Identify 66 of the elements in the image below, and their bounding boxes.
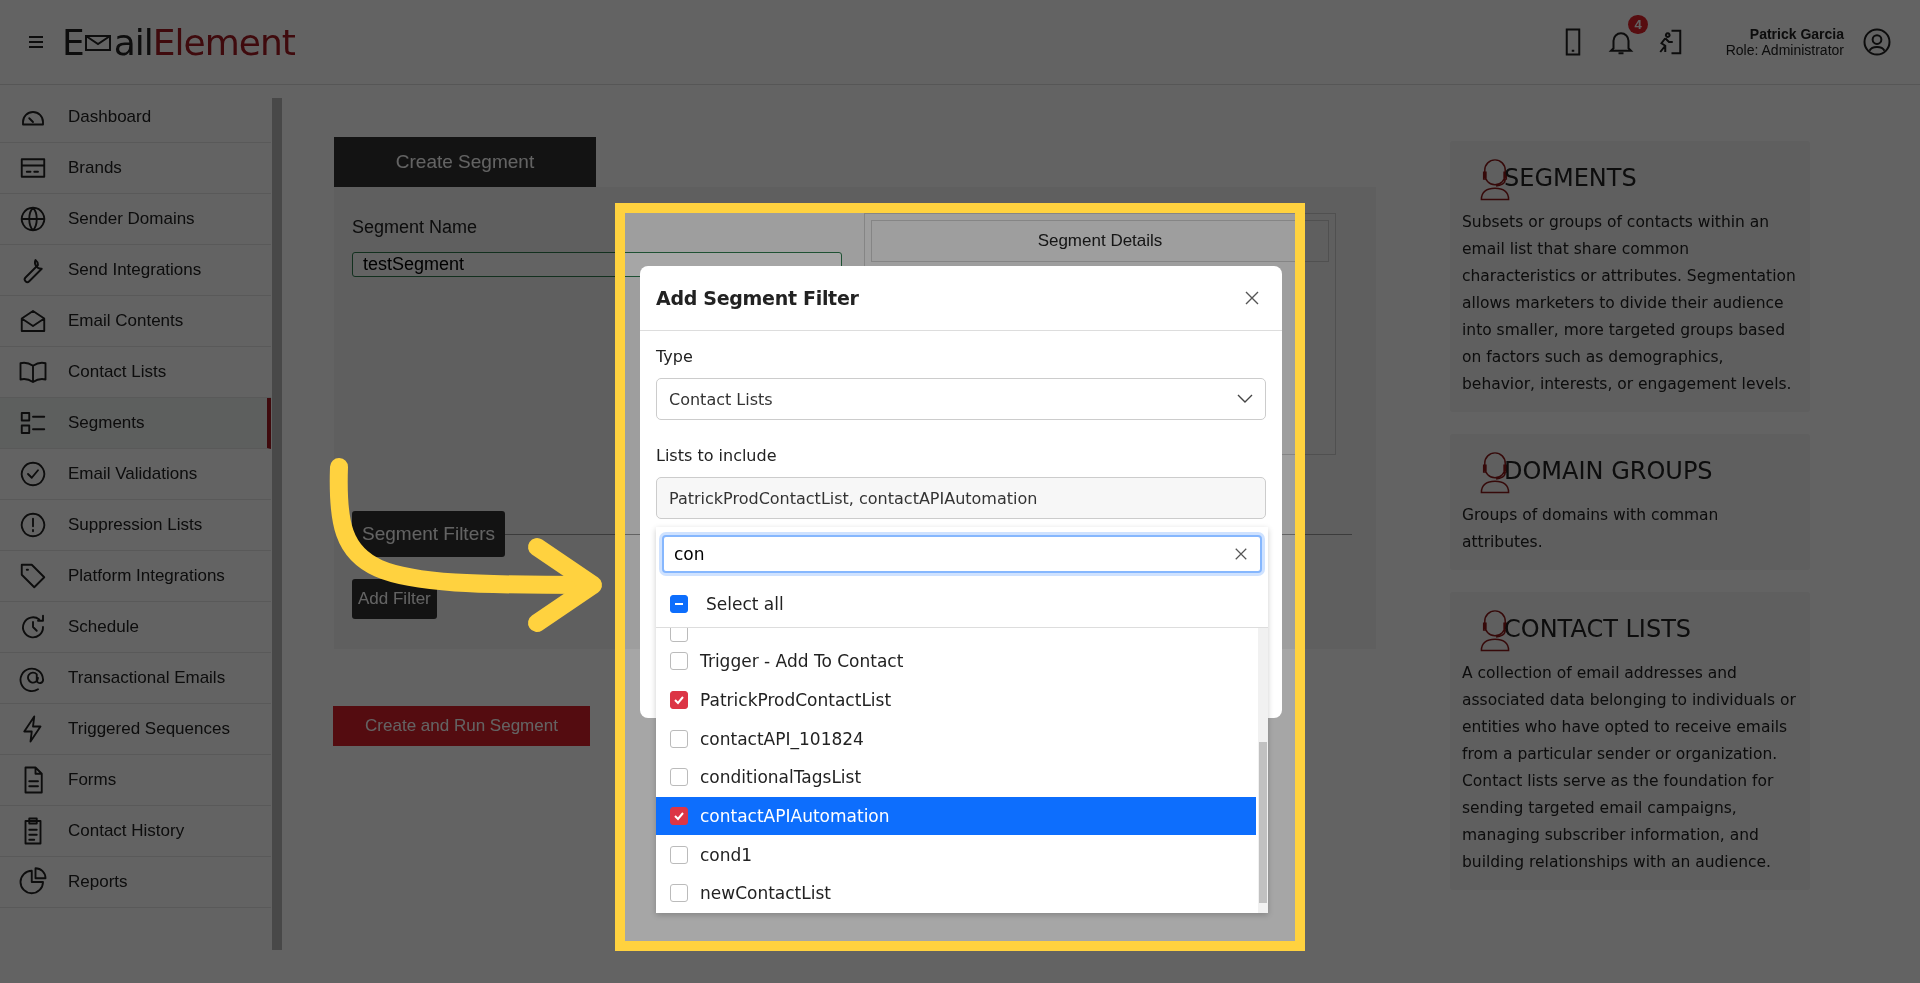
sidebar-item[interactable]: Transactional Emails [0,653,271,704]
sidebar-item[interactable]: Suppression Lists [0,500,271,551]
user-avatar-icon[interactable] [1862,27,1892,57]
card-title: SEGMENTS [1504,164,1637,192]
select-all-option[interactable]: Select all [656,581,1268,628]
list-option[interactable]: newContactList [656,874,1256,913]
menu-item-icon [18,204,48,234]
checkbox[interactable] [670,729,688,748]
field-label: Type [656,347,694,366]
sidebar-item[interactable]: Sender Domains [0,194,271,245]
checkbox[interactable] [670,628,688,642]
sidebar-item[interactable]: Reports [0,857,271,908]
chevron-icon [1237,394,1253,404]
checkbox[interactable] [670,845,688,864]
details-title: Segment Details [871,220,1329,262]
checkbox[interactable] [670,807,688,826]
list-option[interactable]: conditionalTagsList [656,758,1256,797]
menu-item-icon [18,867,48,897]
clear-icon[interactable] [1234,547,1248,561]
create-segment-tab[interactable]: Create Segment [334,137,596,187]
card-title: CONTACT LISTS [1504,615,1692,643]
card-text: Subsets or groups of contacts within an email list that share common characteristics or attributes. Segmentation allows marketers to divide their audience into smaller, more targeted groups based on factors such as demographics, behavior, interests, or engagement levels. [1462,212,1797,395]
dialog-title: Add Segment Filter [656,287,859,309]
close-icon[interactable] [1244,290,1260,306]
checkbox[interactable] [670,691,688,710]
lists-select[interactable]: PatrickProdContactList, contactAPIAutomation [656,477,1266,519]
menu-item-icon [18,510,48,540]
type-select[interactable]: Contact Lists [656,378,1266,420]
scrollbar[interactable] [272,98,282,950]
checkbox[interactable] [670,884,688,903]
list-option[interactable]: Trigger - Add To Contact [656,642,1256,681]
sidebar-item[interactable]: Contact History [0,806,271,857]
card-text: A collection of email addresses and associated data belonging to individuals or entities who have opted to receive emails from a particular sender or organization. Contact lists serve as the foundation for sending targeted email campaigns, managing subscriber information, and building relationships with an audience. [1462,663,1797,873]
list-option[interactable]: contactAPI_101824 [656,719,1256,759]
sidebar-item[interactable]: Triggered Sequences [0,704,271,755]
sidebar-item[interactable]: Send Integrations [0,245,271,296]
checkbox[interactable] [670,768,688,787]
sidebar-item[interactable]: Forms [0,755,271,806]
sidebar-item[interactable]: Email Validations [0,449,271,500]
logo: E ailElement [62,21,295,63]
field-label: Segment Name [352,217,479,238]
segment-filters-button[interactable]: Segment Filters [352,511,506,557]
scrollbar[interactable] [1258,628,1268,913]
field-label: Lists to include [656,446,778,465]
minus-icon [675,603,683,605]
user-role: Role: Administrator [1725,42,1844,58]
menu-item-icon [18,459,48,489]
sidebar-item[interactable]: Platform Integrations [0,551,271,602]
list-option[interactable]: contactAPIAutomation [656,796,1256,836]
search-field[interactable]: con [662,535,1262,573]
checkbox[interactable] [670,652,688,671]
create-run-button[interactable]: Create and Run Segment [333,706,590,746]
list-option[interactable]: cond1 [656,835,1256,875]
user-name: Patrick Garcia [1749,26,1844,42]
card-title: DOMAIN GROUPS [1504,457,1713,485]
sidebar-item[interactable]: Email Contents [0,296,271,347]
sidebar-item[interactable]: Dashboard [0,92,271,143]
notification-count: 4 [1628,15,1648,34]
sidebar-item[interactable]: Brands [0,143,271,194]
sidebar-item[interactable]: Segments [0,398,271,449]
card-text: Groups of domains with comman attributes. [1462,505,1720,553]
menu-icon[interactable] [28,35,44,49]
menu-item-icon [18,561,48,591]
list-option[interactable]: PatrickProdContactList [656,680,1256,720]
sidebar-item[interactable]: Schedule [0,602,271,653]
checkbox[interactable] [670,595,688,613]
